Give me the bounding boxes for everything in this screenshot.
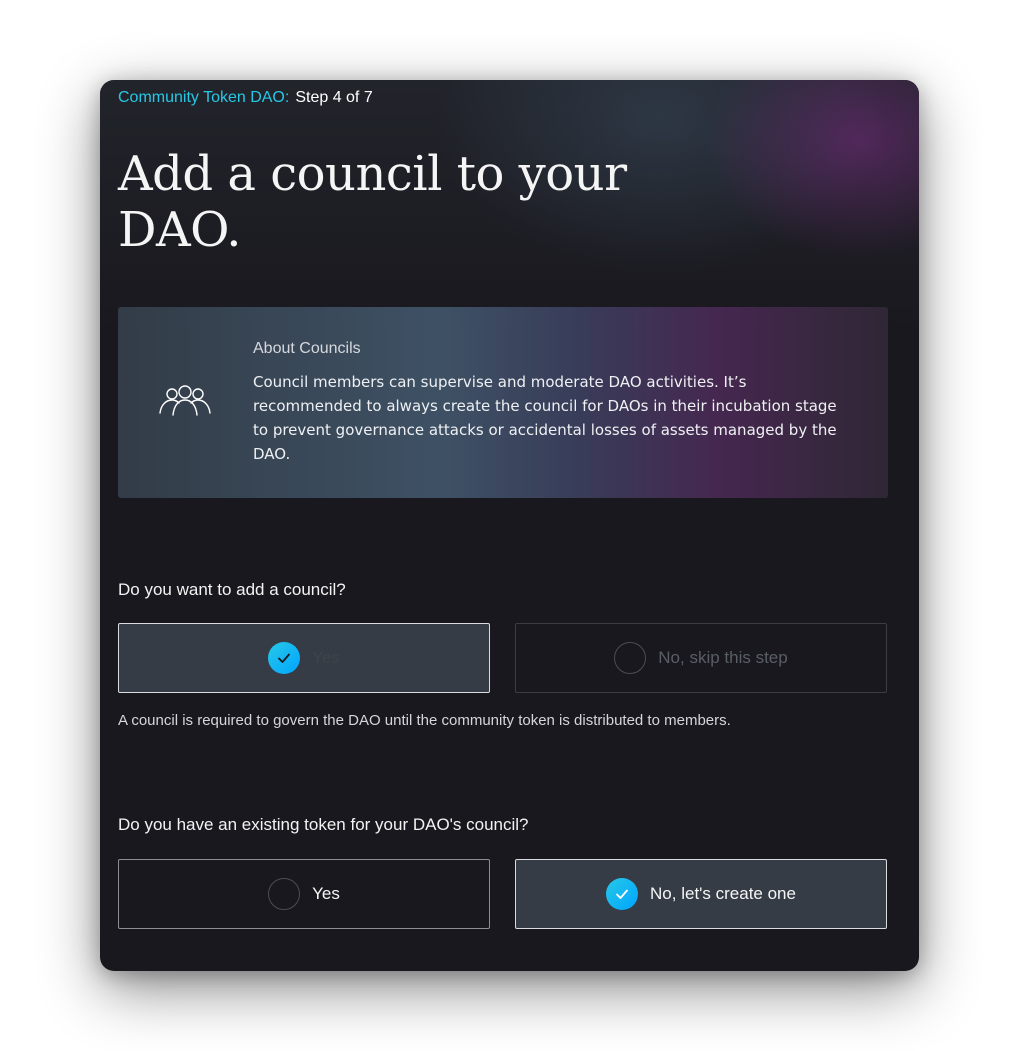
wizard-card: Community Token DAO: Step 4 of 7 Add a co… <box>100 80 919 971</box>
token-yes-option[interactable]: Yes <box>118 859 490 929</box>
people-group-icon <box>159 385 211 416</box>
step-indicator: Community Token DAO: Step 4 of 7 <box>118 89 373 107</box>
token-create-option[interactable]: No, let's create one <box>515 859 887 929</box>
step-label: Step 4 of 7 <box>295 89 373 106</box>
dao-name: Community Token DAO: <box>118 89 290 106</box>
council-yes-option[interactable]: Yes <box>118 623 490 693</box>
about-heading: About Councils <box>253 340 361 357</box>
council-question-label: Do you want to add a council? <box>118 580 346 599</box>
radio-empty-icon <box>614 642 647 674</box>
token-question-label: Do you have an existing token for your D… <box>118 815 529 834</box>
council-no-label: No, skip this step <box>658 648 788 667</box>
checkmark-icon <box>606 878 639 910</box>
token-yes-label: Yes <box>312 884 340 903</box>
token-create-label: No, let's create one <box>650 884 796 903</box>
council-hint: A council is required to govern the DAO … <box>118 712 731 729</box>
about-councils-panel: About Councils Council members can super… <box>118 307 888 498</box>
page-title: Add a council to your DAO. <box>118 146 627 258</box>
checkmark-icon <box>268 642 301 674</box>
about-description: Council members can supervise and modera… <box>253 373 837 463</box>
radio-empty-icon <box>268 878 301 910</box>
council-yes-label: Yes <box>312 648 340 667</box>
council-no-option[interactable]: No, skip this step <box>515 623 887 693</box>
